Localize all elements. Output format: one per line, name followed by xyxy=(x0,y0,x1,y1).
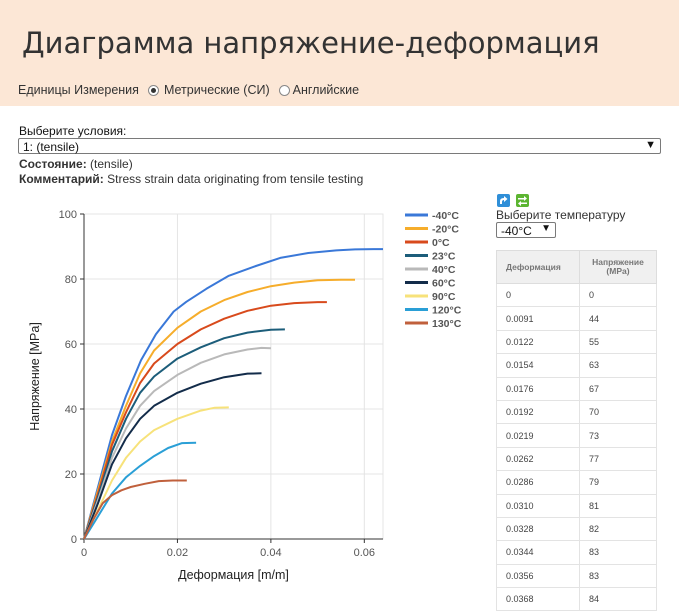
strain-cell: 0.0219 xyxy=(496,423,580,448)
chevron-down-icon: ▼ xyxy=(541,223,551,234)
radio-english[interactable] xyxy=(278,84,290,96)
conditions-select[interactable]: 1: (tensile) ▼ xyxy=(18,138,661,154)
table-row: 0.0286 79 xyxy=(496,470,657,495)
stress-cell: 82 xyxy=(579,516,657,542)
stress-cell: 83 xyxy=(579,563,657,589)
temperature-label: Выберите температуру xyxy=(496,208,626,222)
state-label: Состояние: xyxy=(19,157,87,171)
unit-english-label[interactable]: Английские xyxy=(293,83,359,97)
header-band: Диаграмма напряжение-деформация Единицы … xyxy=(0,0,679,106)
table-row: 0.0344 83 xyxy=(496,540,657,565)
strain-cell: 0.0356 xyxy=(496,563,580,589)
y-tick-label: 60 xyxy=(65,339,77,351)
x-axis-label: Деформация [m/m] xyxy=(178,568,289,582)
strain-cell: 0.0091 xyxy=(496,306,580,331)
table-row: 0.0091 44 xyxy=(496,306,657,331)
chevron-down-icon: ▼ xyxy=(645,139,656,151)
x-tick-label: 0.06 xyxy=(354,547,375,559)
conditions-label: Выберите условия: xyxy=(19,124,127,138)
unit-metric-label[interactable]: Метрические (СИ) xyxy=(164,83,270,97)
comment-label: Комментарий: xyxy=(19,172,104,186)
strain-cell: 0.0154 xyxy=(496,353,580,378)
table-row: 0.0356 83 xyxy=(496,563,657,589)
legend-label: 130°C xyxy=(432,318,462,330)
comment-line: Комментарий: Stress strain data originat… xyxy=(19,172,363,186)
strain-cell: 0 xyxy=(496,282,580,308)
y-tick-label: 20 xyxy=(65,469,77,481)
table-row: 0.0328 82 xyxy=(496,516,657,542)
stress-cell: 0 xyxy=(579,282,657,308)
units-label: Единицы Измерения xyxy=(18,83,139,97)
legend-label: 40°C xyxy=(432,264,456,276)
strain-cell: 0.0286 xyxy=(496,470,580,495)
strain-cell: 0.0368 xyxy=(496,587,580,611)
table-row: 0.0122 55 xyxy=(496,329,657,355)
y-tick-label: 0 xyxy=(71,534,77,546)
stress-strain-chart: 0 20 40 60 80 100 0 0.02 0.04 0.06 Деформация [m/m… xyxy=(28,209,462,582)
temperature-select[interactable]: -40°C ▼ xyxy=(496,222,556,238)
table-row: 0.0154 63 xyxy=(496,353,657,378)
strain-cell: 0.0192 xyxy=(496,399,580,425)
stress-cell: 77 xyxy=(579,446,657,472)
temperature-select-value: -40°C xyxy=(501,224,532,238)
y-axis-label: Напряжение [MPa] xyxy=(28,322,42,431)
state-value: (tensile) xyxy=(90,157,133,171)
strain-cell: 0.0176 xyxy=(496,376,580,401)
stress-cell: 79 xyxy=(579,470,657,495)
y-tick-label: 80 xyxy=(65,274,77,286)
y-tick-label: 40 xyxy=(65,404,77,416)
column-header-stress: Напряжение (MPa) xyxy=(579,250,657,284)
stress-cell: 81 xyxy=(579,493,657,518)
stress-cell: 67 xyxy=(579,376,657,401)
swap-arrows-icon[interactable] xyxy=(516,194,529,207)
stress-cell: 84 xyxy=(579,587,657,611)
legend-label: -20°C xyxy=(432,224,459,236)
table-row: 0.0368 84 xyxy=(496,587,657,611)
table-row: 0.0219 73 xyxy=(496,423,657,448)
strain-cell: 0.0344 xyxy=(496,540,580,565)
table-row: 0.0176 67 xyxy=(496,376,657,401)
table-row: 0.0192 70 xyxy=(496,399,657,425)
legend-label: 120°C xyxy=(432,305,462,317)
x-tick-label: 0 xyxy=(81,547,87,559)
units-selector: Единицы Измерения Метрические (СИ) Англи… xyxy=(18,83,359,97)
stress-cell: 83 xyxy=(579,540,657,565)
table-row: 00 xyxy=(496,282,657,308)
share-arrow-icon[interactable] xyxy=(497,194,510,207)
legend-label: 90°C xyxy=(432,291,456,303)
strain-cell: 0.0262 xyxy=(496,446,580,472)
strain-cell: 0.0310 xyxy=(496,493,580,518)
conditions-select-value: 1: (tensile) xyxy=(23,140,80,154)
stress-cell: 73 xyxy=(579,423,657,448)
stress-cell: 63 xyxy=(579,353,657,378)
strain-cell: 0.0122 xyxy=(496,329,580,355)
radio-metric[interactable] xyxy=(147,84,159,96)
legend-label: 60°C xyxy=(432,278,456,290)
table-row: 0.0262 77 xyxy=(496,446,657,472)
legend-label: 23°C xyxy=(432,251,456,263)
y-tick-label: 100 xyxy=(59,209,77,221)
legend-label: 0°C xyxy=(432,237,450,249)
stress-cell: 44 xyxy=(579,306,657,331)
x-tick-label: 0.02 xyxy=(167,547,188,559)
page-title: Диаграмма напряжение-деформация xyxy=(22,26,600,60)
legend-label: -40°C xyxy=(432,210,459,222)
strain-cell: 0.0328 xyxy=(496,516,580,542)
table-row: 0.0310 81 xyxy=(496,493,657,518)
x-tick-label: 0.04 xyxy=(260,547,281,559)
stress-cell: 70 xyxy=(579,399,657,425)
column-header-strain: Деформация xyxy=(496,250,580,284)
stress-cell: 55 xyxy=(579,329,657,355)
state-line: Состояние: (tensile) xyxy=(19,157,133,171)
data-table: Деформация Напряжение (MPa) 0 0 0.0091 44 0.… xyxy=(496,250,657,611)
comment-value: Stress strain data originating from tens… xyxy=(107,172,364,186)
